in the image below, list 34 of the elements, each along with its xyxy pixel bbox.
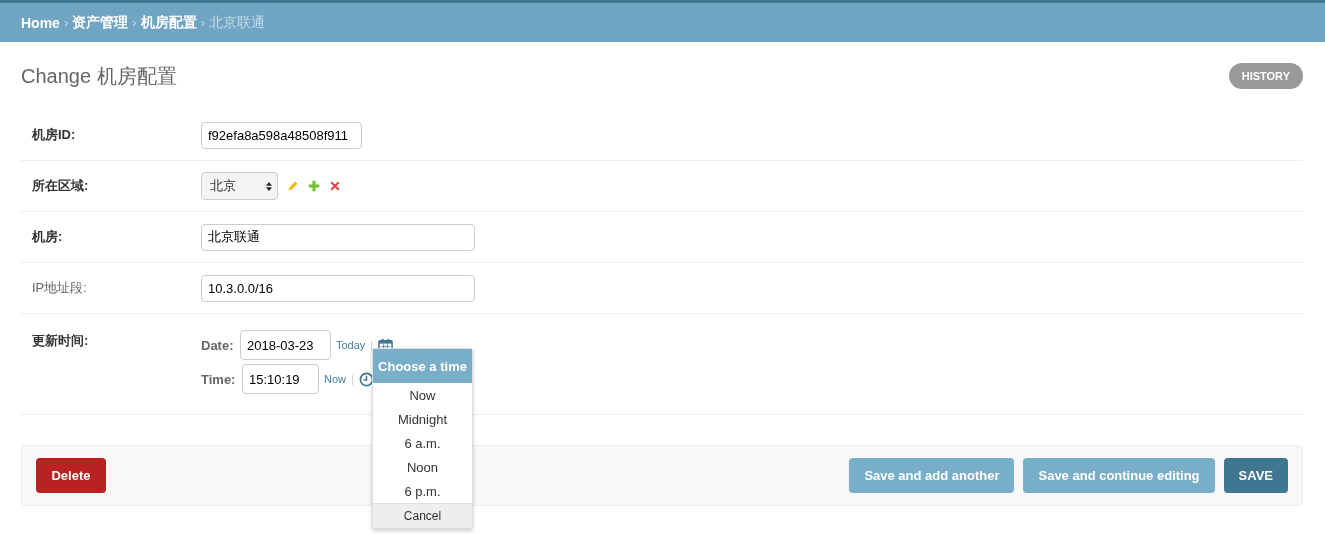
- breadcrumb-current: 北京联通: [208, 13, 265, 32]
- field-label: 更新时间:: [32, 332, 90, 350]
- breadcrumb-separator: ›: [200, 15, 205, 30]
- time-option[interactable]: 6 p.m.: [373, 479, 472, 503]
- popup-title: Choose a time: [373, 349, 472, 383]
- time-input[interactable]: 15:10:19: [242, 364, 319, 394]
- time-option[interactable]: 6 a.m.: [373, 431, 472, 455]
- breadcrumb-separator: ›: [132, 15, 137, 30]
- field-label: 所在区域:: [32, 177, 90, 195]
- time-option[interactable]: Now: [373, 383, 472, 407]
- time-option[interactable]: Noon: [373, 455, 472, 479]
- text-input[interactable]: 10.3.0.0/16: [201, 274, 475, 302]
- region-select[interactable]: 北京: [201, 172, 278, 200]
- save-button[interactable]: SAVE: [1223, 458, 1288, 493]
- today-link[interactable]: Today: [336, 339, 366, 351]
- date-label: Date:: [201, 337, 235, 353]
- delete-button[interactable]: Delete: [36, 458, 106, 493]
- cancel-button[interactable]: Cancel: [373, 503, 472, 528]
- now-link[interactable]: Now: [324, 373, 346, 385]
- page-title: Change 机房配置: [21, 63, 177, 89]
- clock-icon[interactable]: [358, 371, 374, 387]
- updown-arrows-icon[interactable]: [266, 180, 272, 192]
- separator-text: |: [370, 339, 374, 351]
- time-label: Time:: [201, 371, 235, 387]
- field-label: 机房:: [32, 228, 64, 246]
- field-label: 机房ID:: [32, 126, 77, 144]
- separator-text: |: [351, 373, 354, 385]
- text-input[interactable]: 北京联通: [201, 223, 475, 251]
- time-option[interactable]: Midnight: [373, 407, 472, 431]
- date-input[interactable]: 2018-03-23: [240, 330, 331, 360]
- delete-icon[interactable]: [329, 180, 341, 192]
- text-input[interactable]: f92efa8a598a48508f911: [201, 121, 362, 149]
- field-label: IP地址段:: [32, 279, 88, 297]
- breadcrumb-separator: ›: [63, 15, 69, 30]
